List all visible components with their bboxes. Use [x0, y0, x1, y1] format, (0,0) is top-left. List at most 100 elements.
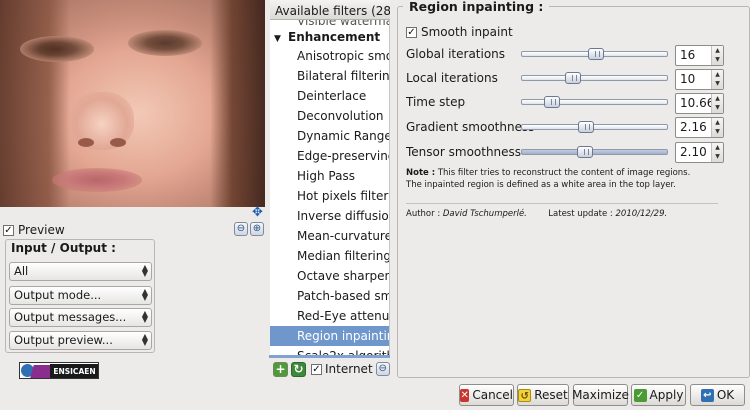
mouth [52, 168, 142, 192]
spin-arrows-icon[interactable]: ▲ ▼ [711, 70, 723, 89]
slider-handle[interactable] [565, 72, 582, 84]
filter-item[interactable]: Patch-based smoothing [270, 286, 389, 306]
filter-list-header[interactable]: Available filters (285) [270, 0, 390, 20]
smooth-inpaint-box[interactable]: ✓ [406, 26, 417, 38]
author-line: Author : David Tschumperlé. Latest updat… [406, 209, 667, 219]
filter-item[interactable]: Inverse diffusion [270, 206, 389, 226]
combo-value: Output mode... [14, 288, 102, 302]
output-messages-select[interactable]: Output messages... ▲ ▼ [9, 308, 152, 327]
reset-button[interactable]: ↺ Reset [517, 384, 569, 406]
spin-arrows-icon[interactable]: ▲ ▼ [711, 118, 723, 137]
time-step-spinbox[interactable]: 10.66 ▲ ▼ [675, 93, 724, 114]
filter-item[interactable]: Red-Eye attenuation [270, 306, 389, 326]
tensor-smoothness-spinbox[interactable]: 2.10 ▲ ▼ [675, 142, 724, 163]
slider-handle[interactable] [587, 48, 604, 60]
preview-checkbox[interactable]: ✓ Preview [3, 223, 65, 237]
combo-arrows-icon: ▲ ▼ [141, 332, 148, 347]
category-enhancement[interactable]: ▼ Enhancement [270, 28, 389, 46]
tensor-smoothness-slider[interactable] [521, 146, 668, 158]
filter-list-footer: + ↻ ✓ Internet ⊖ [270, 360, 390, 378]
combo-value: Output messages... [14, 310, 127, 324]
combo-value: All [14, 264, 29, 278]
reset-label: Reset [534, 388, 568, 402]
gradient-smoothness-spinbox[interactable]: 2.16 ▲ ▼ [675, 117, 724, 138]
filter-item[interactable]: Hot pixels filtering [270, 186, 389, 206]
gmic-logo[interactable]: ENSICAEN [19, 362, 99, 379]
move-icon[interactable]: ✥ [252, 206, 264, 219]
note-label: Note : [406, 168, 436, 178]
filter-item[interactable]: Edge-preserving filter [270, 146, 389, 166]
filter-item[interactable]: Deinterlace [270, 86, 389, 106]
hair-region-right [210, 0, 265, 207]
collapse-icon[interactable]: ⊖ [375, 362, 390, 376]
param-label: Time step [406, 95, 466, 109]
input-layers-select[interactable]: All ▲ ▼ [9, 262, 152, 281]
ok-button[interactable]: ↩ OK [690, 384, 745, 406]
slider-handle[interactable] [544, 96, 561, 108]
param-label: Gradient smoothness [406, 120, 535, 134]
apply-check-icon: ✓ [633, 388, 647, 402]
output-mode-select[interactable]: Output mode... ▲ ▼ [9, 286, 152, 305]
nostril [78, 138, 94, 147]
filter-item[interactable]: Anisotropic smoothing [270, 46, 389, 66]
list-horizontal-scrollbar[interactable] [269, 355, 390, 358]
local-iterations-slider[interactable] [521, 72, 668, 84]
filter-item[interactable]: Octave sharpening [270, 266, 389, 286]
filter-item[interactable]: Bilateral filtering [270, 66, 389, 86]
zoom-in-icon[interactable]: ⊕ [250, 222, 264, 236]
filter-item[interactable]: Deconvolution [270, 106, 389, 126]
global-iterations-spinbox[interactable]: 16 ▲ ▼ [675, 45, 724, 66]
right-eye [128, 30, 202, 56]
maximize-label: Maximize [572, 388, 629, 402]
preview-image[interactable] [0, 0, 265, 207]
combo-value: Output preview... [14, 333, 113, 347]
spin-arrows-icon[interactable]: ▲ ▼ [711, 143, 723, 162]
apply-button[interactable]: ✓ Apply [631, 384, 686, 406]
spin-value: 10 [680, 72, 696, 86]
ok-label: OK [716, 388, 735, 402]
filter-note: Note : This filter tries to reconstruct … [406, 167, 706, 191]
filter-item[interactable]: Mean-curvature flow [270, 226, 389, 246]
output-preview-select[interactable]: Output preview... ▲ ▼ [9, 331, 152, 350]
input-output-title: Input / Output : [11, 241, 116, 255]
update-label: Latest update : [548, 209, 613, 219]
preview-label: Preview [18, 223, 65, 237]
combo-arrows-icon: ▲ ▼ [141, 287, 148, 302]
filter-tree[interactable]: Visible watermark ▼Enhancement Anisotrop… [270, 20, 390, 358]
refresh-icon[interactable]: ↻ [291, 361, 306, 377]
gradient-smoothness-slider[interactable] [521, 121, 668, 133]
update-value: 2010/12/29. [615, 209, 668, 219]
time-step-slider[interactable] [521, 96, 668, 108]
maximize-button[interactable]: Maximize [572, 384, 629, 406]
nostril [110, 138, 126, 147]
spin-arrows-icon[interactable]: ▲ ▼ [711, 94, 723, 113]
preview-check-box[interactable]: ✓ [3, 224, 14, 236]
zoom-out-icon[interactable]: ⊖ [234, 222, 248, 236]
logo-text: ENSICAEN [50, 364, 98, 378]
slider-handle[interactable] [577, 146, 594, 158]
author-name: David Tschumperlé. [442, 209, 527, 219]
category-label: Enhancement [288, 30, 381, 44]
add-icon[interactable]: + [273, 361, 288, 377]
filter-item-selected[interactable]: Region inpainting [270, 326, 389, 346]
global-iterations-slider[interactable] [521, 48, 668, 60]
smooth-inpaint-checkbox[interactable]: ✓ Smooth inpaint [406, 25, 513, 39]
list-item[interactable]: Visible watermark [297, 20, 389, 28]
slider-handle[interactable] [578, 121, 595, 133]
internet-label: Internet [325, 362, 373, 376]
param-label: Local iterations [406, 71, 498, 85]
spin-arrows-icon[interactable]: ▲ ▼ [711, 46, 723, 65]
internet-checkbox[interactable]: ✓ [311, 363, 322, 375]
spin-value: 2.10 [680, 145, 707, 159]
left-eye [20, 36, 94, 62]
separator [406, 203, 718, 204]
filter-title: Region inpainting : [403, 0, 550, 14]
spin-value: 16 [680, 48, 696, 62]
filter-item[interactable]: High Pass [270, 166, 389, 186]
cancel-button[interactable]: ✕ Cancel [459, 384, 514, 406]
local-iterations-spinbox[interactable]: 10 ▲ ▼ [675, 69, 724, 90]
filter-item[interactable]: Median filtering [270, 246, 389, 266]
param-label: Tensor smoothness [406, 145, 522, 159]
note-text: This filter tries to reconstruct the con… [406, 168, 691, 190]
filter-item[interactable]: Dynamic Range Increase [270, 126, 389, 146]
